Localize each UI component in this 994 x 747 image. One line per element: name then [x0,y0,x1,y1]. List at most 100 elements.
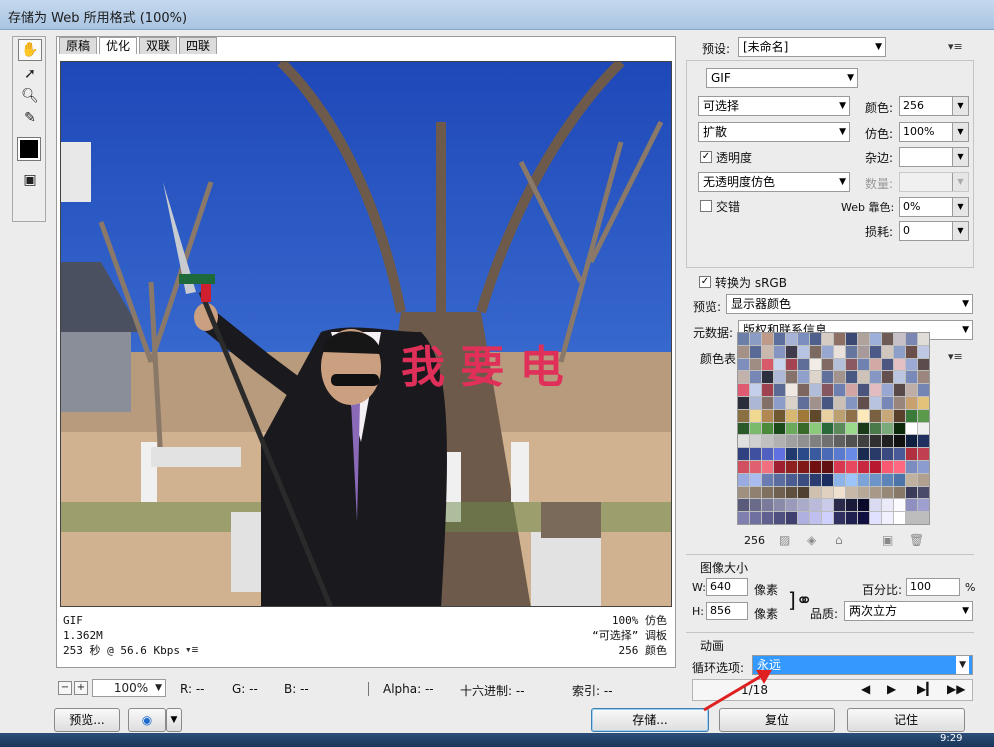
color-table-swatch[interactable] [798,345,809,358]
zoom-out-button[interactable]: − [58,681,72,695]
color-table-swatch[interactable] [750,358,761,371]
color-table-swatch[interactable] [810,333,821,345]
color-table-swatch[interactable] [786,422,797,435]
color-table-swatch[interactable] [858,396,869,409]
color-table-swatch[interactable] [774,333,785,345]
tab-optimized[interactable]: 优化 [99,37,138,54]
color-table-swatch[interactable] [834,396,845,409]
color-table-swatch[interactable] [762,384,773,396]
color-table-swatch[interactable] [822,448,833,460]
color-table-swatch[interactable] [750,396,761,409]
color-table-swatch[interactable] [894,396,905,409]
optimized-image-preview[interactable]: 我 要 电 [60,61,672,607]
color-table-swatch[interactable] [738,486,749,499]
color-table-swatch[interactable] [750,371,761,384]
color-table-swatch[interactable] [906,435,917,448]
color-table-swatch[interactable] [834,358,845,371]
color-table-swatch[interactable] [750,486,761,499]
color-table-swatch[interactable] [846,422,857,435]
color-table-swatch[interactable] [858,460,869,473]
color-table-swatch[interactable] [846,409,857,422]
color-table-swatch[interactable] [894,499,905,512]
color-table-swatch[interactable] [906,396,917,409]
toggle-slices-icon[interactable]: ▣ [18,169,42,191]
color-table-swatch[interactable] [906,473,917,486]
color-table-swatch[interactable] [798,435,809,448]
color-table-swatch[interactable] [750,333,761,345]
color-table-swatch[interactable] [894,333,905,345]
color-table-swatch[interactable] [846,345,857,358]
color-table-swatch[interactable] [786,499,797,512]
tab-original[interactable]: 原稿 [59,37,98,54]
color-table-swatch[interactable] [786,396,797,409]
color-table-swatch[interactable] [786,371,797,384]
web-shift-icon[interactable]: ◈ [807,533,816,547]
color-table-swatch[interactable] [750,460,761,473]
color-table-swatch[interactable] [798,396,809,409]
color-table-swatch[interactable] [882,499,893,512]
color-table-swatch[interactable] [870,345,881,358]
color-table-swatch[interactable] [798,512,809,524]
color-table-swatch[interactable] [906,486,917,499]
color-table-swatch[interactable] [858,384,869,396]
color-table-swatch[interactable] [918,473,929,486]
download-speed-menu-icon[interactable]: ▾≡ [185,643,198,656]
color-table-swatch[interactable] [834,384,845,396]
color-table-swatch[interactable] [810,371,821,384]
color-table-swatch[interactable] [774,345,785,358]
interlaced-checkbox[interactable] [700,200,712,212]
color-table-swatch[interactable] [822,384,833,396]
color-table-swatch[interactable] [882,371,893,384]
color-table-swatch[interactable] [870,486,881,499]
color-table-swatch[interactable] [834,333,845,345]
color-table-swatch[interactable] [762,448,773,460]
color-table-swatch[interactable] [918,448,929,460]
color-table-swatch[interactable] [810,460,821,473]
color-table-swatch[interactable] [786,409,797,422]
color-table-swatch[interactable] [798,333,809,345]
color-table-swatch[interactable] [762,512,773,524]
color-table-swatch[interactable] [870,448,881,460]
lock-color-icon[interactable]: ⌂ [835,533,843,547]
color-table-swatch[interactable] [750,473,761,486]
color-table-swatch[interactable] [858,473,869,486]
color-table-swatch[interactable] [750,384,761,396]
preset-select[interactable]: [未命名] ▼ [738,37,886,57]
color-table-swatch[interactable] [822,371,833,384]
map-color-icon[interactable]: ▨ [779,533,790,547]
color-table-swatch[interactable] [810,422,821,435]
width-input[interactable]: 640 [706,578,748,596]
color-table-swatch[interactable] [750,409,761,422]
color-table-swatch[interactable] [774,486,785,499]
eyedropper-icon[interactable]: ✎ [18,107,42,129]
color-table-swatch[interactable] [762,371,773,384]
color-table-swatch[interactable] [894,371,905,384]
color-table-swatch[interactable] [786,486,797,499]
color-table-swatch[interactable] [894,422,905,435]
color-table-swatch[interactable] [738,460,749,473]
color-table-swatch[interactable] [810,358,821,371]
format-select[interactable]: GIF ▼ [706,68,858,88]
color-table-swatch[interactable] [738,371,749,384]
transparency-dither-select[interactable]: 无透明度仿色 ▼ [698,172,850,192]
new-color-icon[interactable]: ▣ [882,533,893,547]
trash-icon[interactable]: 🗑︎ [909,533,924,547]
color-table-swatch[interactable] [894,448,905,460]
color-table-swatch[interactable] [786,473,797,486]
color-table-swatch[interactable] [858,422,869,435]
color-table-swatch[interactable] [822,345,833,358]
color-table-swatch[interactable] [858,333,869,345]
color-table-swatch[interactable] [786,448,797,460]
tab-2up[interactable]: 双联 [139,37,178,54]
color-table-swatch[interactable] [918,486,929,499]
color-table-swatch[interactable] [858,512,869,524]
color-table-swatch[interactable] [738,345,749,358]
zoom-in-button[interactable]: + [74,681,88,695]
remember-button[interactable]: 记住 [847,708,965,732]
matte-select[interactable]: ▼ [899,147,969,167]
color-table-swatch[interactable] [774,409,785,422]
preview-button[interactable]: 预览... [54,708,120,732]
color-table-swatch[interactable] [870,473,881,486]
color-table-swatch[interactable] [774,499,785,512]
color-table-swatch[interactable] [738,358,749,371]
